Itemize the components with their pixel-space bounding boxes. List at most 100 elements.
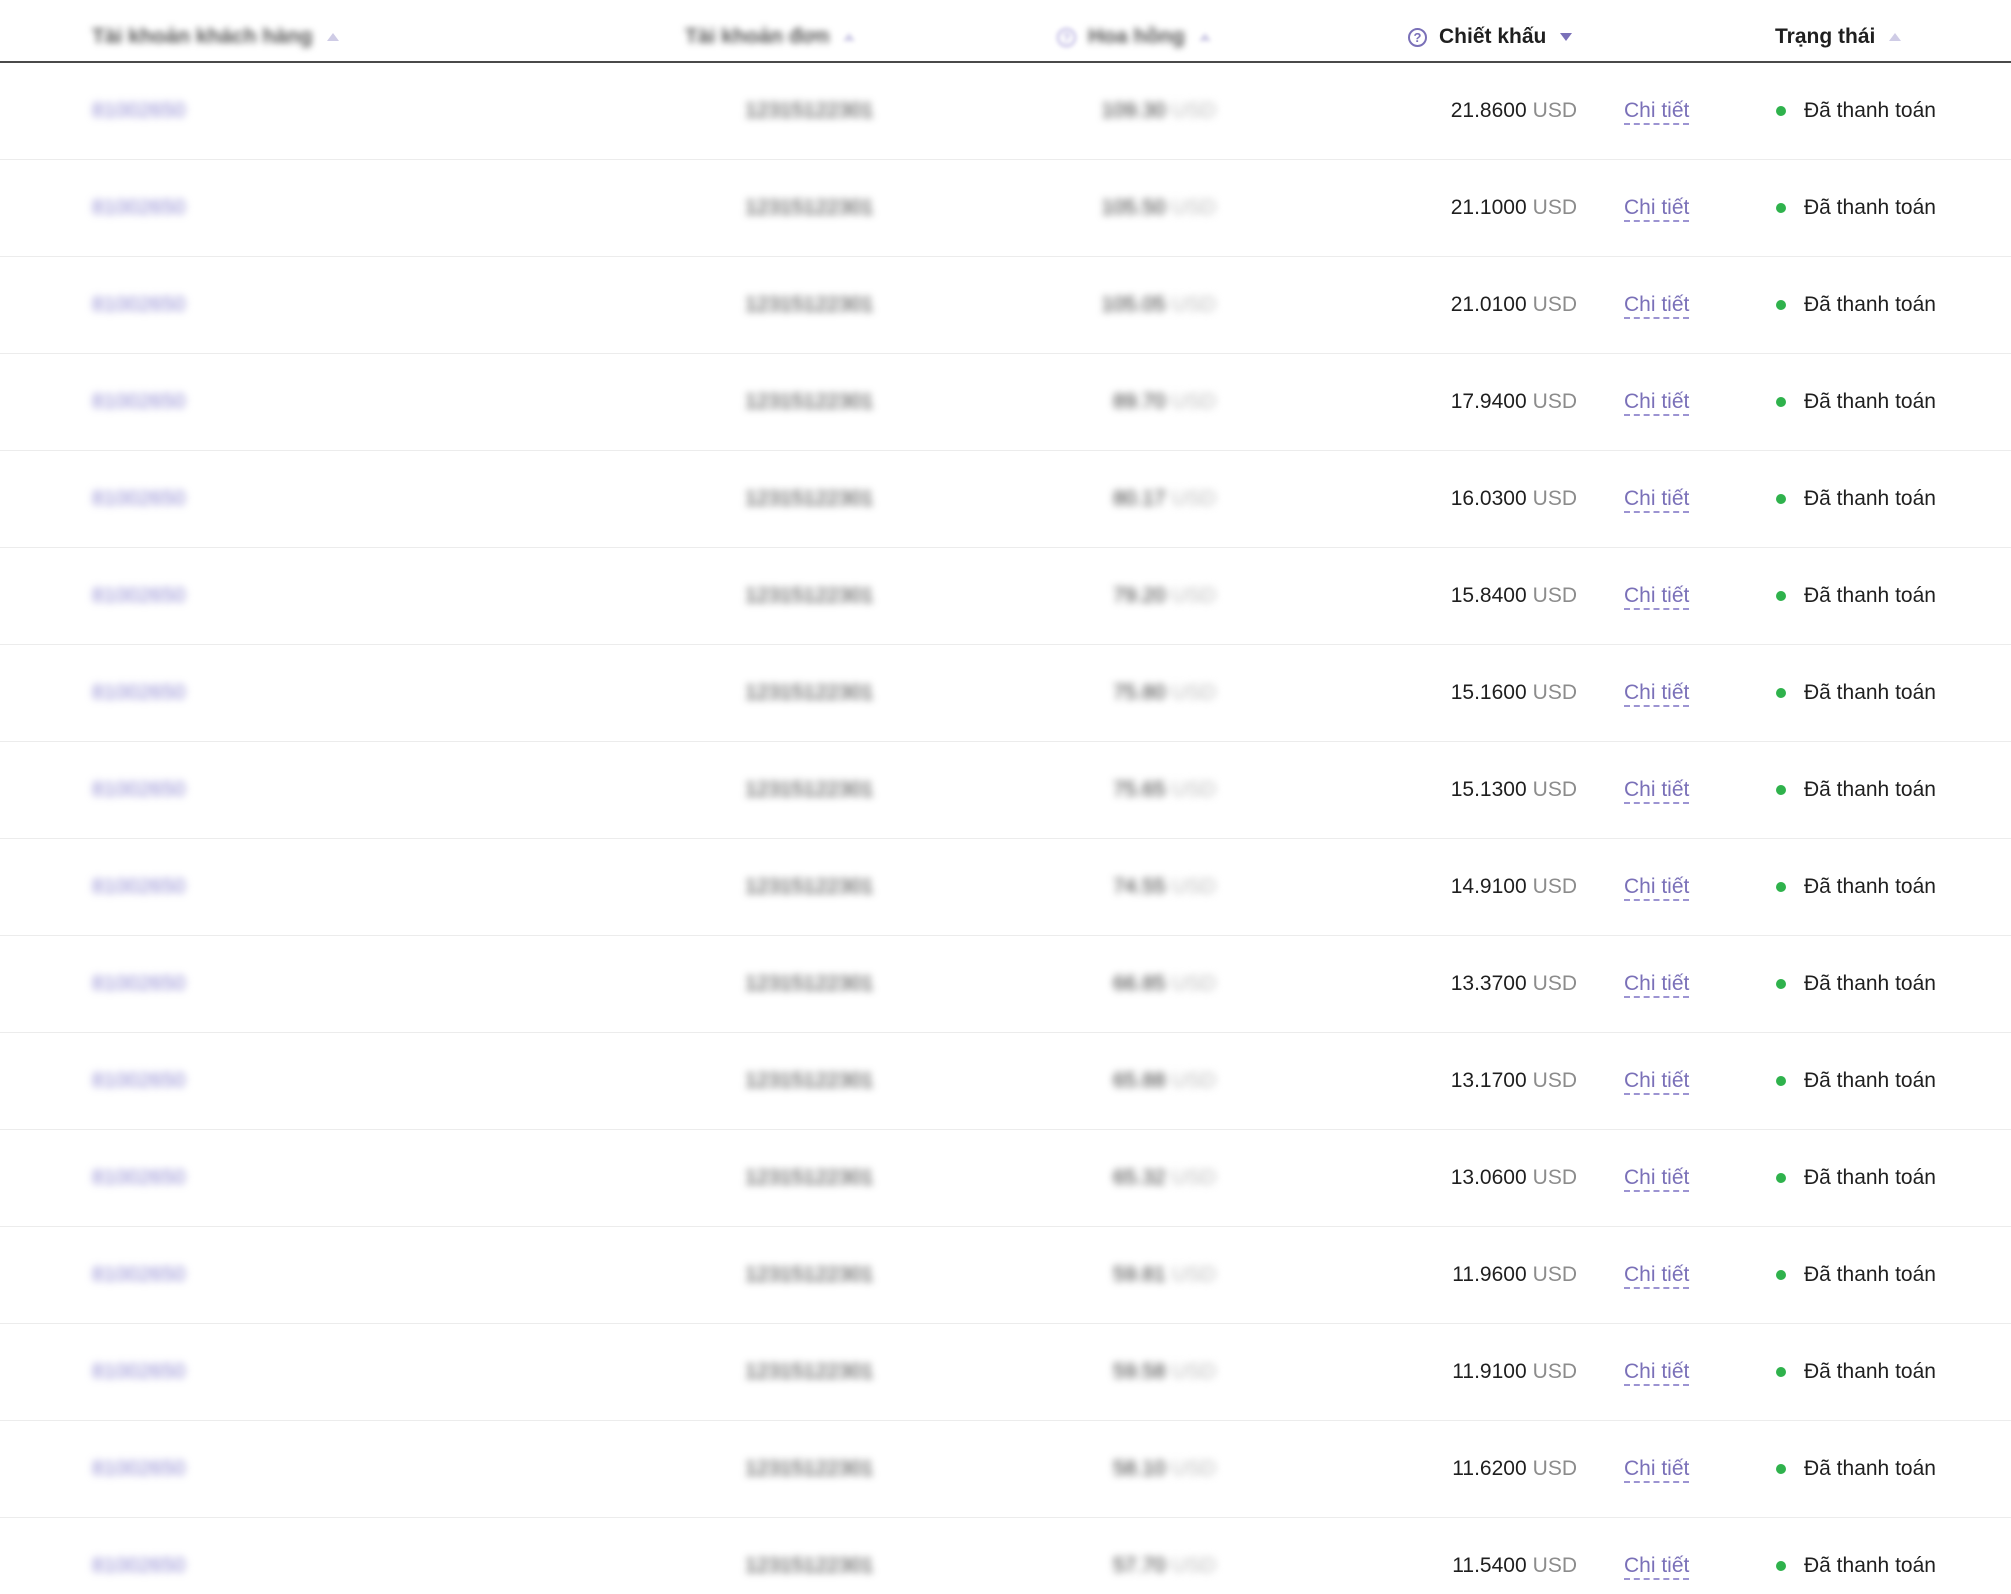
order-account-cell: 12315122301	[745, 1554, 874, 1577]
detail-link[interactable]: Chi tiết	[1624, 1227, 1690, 1323]
discount-value: 21.8600	[1450, 99, 1527, 122]
total-cell: 109.30 USD	[1101, 63, 1216, 159]
status-badge: Đã thanh toán	[1776, 257, 1936, 353]
status-label: Đã thanh toán	[1804, 1263, 1936, 1286]
table-row: 81002650 12315122301 105.05 USD 21.0100 US…	[0, 257, 2011, 354]
discount-cell: 21.0100 USD	[1451, 257, 1577, 353]
detail-link[interactable]: Chi tiết	[1624, 742, 1690, 838]
status-badge: Đã thanh toán	[1776, 1421, 1936, 1517]
customer-account-link[interactable]: 81002650	[92, 1227, 185, 1323]
column-header-customer-account[interactable]: Tài khoản khách hàng	[92, 23, 339, 51]
detail-link-label: Chi tiết	[1624, 390, 1690, 416]
currency-unit: USD	[1532, 681, 1577, 704]
detail-link[interactable]: Chi tiết	[1624, 1518, 1690, 1594]
customer-account-link[interactable]: 81002650	[92, 645, 185, 741]
customer-account-link[interactable]: 81002650	[92, 1324, 185, 1420]
customer-account-link[interactable]: 81002650	[92, 257, 185, 353]
customer-account-link[interactable]: 81002650	[92, 839, 185, 935]
detail-link[interactable]: Chi tiết	[1624, 1324, 1690, 1420]
total-value: 66.85	[1113, 972, 1166, 995]
status-label: Đã thanh toán	[1804, 1069, 1936, 1092]
discount-value: 21.1000	[1450, 196, 1527, 219]
column-header-order-account[interactable]: Tài khoản đơn	[685, 23, 856, 51]
detail-link[interactable]: Chi tiết	[1624, 257, 1690, 353]
column-header-label: Chiết khấu	[1439, 25, 1547, 48]
detail-link[interactable]: Chi tiết	[1624, 839, 1690, 935]
table-row: 81002650 12315122301 66.85 USD 13.3700 USD…	[0, 936, 2011, 1033]
discount-cell: 11.5400 USD	[1452, 1518, 1577, 1594]
customer-account-link[interactable]: 81002650	[92, 936, 185, 1032]
sort-ascending-icon	[326, 33, 339, 41]
status-badge: Đã thanh toán	[1776, 1227, 1936, 1323]
detail-link[interactable]: Chi tiết	[1624, 1421, 1690, 1517]
table-row: 81002650 12315122301 75.65 USD 15.1300 USD…	[0, 742, 2011, 839]
detail-link[interactable]: Chi tiết	[1624, 1130, 1690, 1226]
currency-unit: USD	[1171, 1069, 1216, 1092]
order-account-cell: 12315122301	[745, 1360, 874, 1383]
customer-account-link[interactable]: 81002650	[92, 63, 185, 159]
detail-link-label: Chi tiết	[1624, 1457, 1690, 1483]
column-header-total[interactable]: ? Hoa hồng	[1057, 23, 1211, 51]
total-value: 57.70	[1113, 1554, 1166, 1577]
currency-unit: USD	[1171, 293, 1216, 316]
currency-unit: USD	[1532, 584, 1577, 607]
discount-value: 21.0100	[1450, 293, 1527, 316]
status-dot-icon	[1776, 300, 1786, 310]
order-account-cell: 12315122301	[745, 1457, 874, 1480]
currency-unit: USD	[1171, 1554, 1216, 1577]
customer-account-link[interactable]: 81002650	[92, 742, 185, 838]
customer-account-link[interactable]: 81002650	[92, 451, 185, 547]
sort-ascending-icon	[1198, 33, 1211, 41]
discount-value: 15.1300	[1450, 778, 1527, 801]
discount-cell: 11.9600 USD	[1452, 1227, 1577, 1323]
detail-link[interactable]: Chi tiết	[1624, 1033, 1690, 1129]
table-row: 81002650 12315122301 79.20 USD 15.8400 USD…	[0, 548, 2011, 645]
discount-cell: 21.1000 USD	[1451, 160, 1577, 256]
discount-value: 13.0600	[1450, 1166, 1527, 1189]
detail-link[interactable]: Chi tiết	[1624, 354, 1690, 450]
customer-account-link[interactable]: 81002650	[92, 548, 185, 644]
detail-link[interactable]: Chi tiết	[1624, 936, 1690, 1032]
currency-unit: USD	[1532, 196, 1577, 219]
currency-unit: USD	[1532, 293, 1577, 316]
table-row: 81002650 12315122301 59.58 USD 11.9100 USD…	[0, 1324, 2011, 1421]
table-row: 81002650 12315122301 58.10 USD 11.6200 USD…	[0, 1421, 2011, 1518]
currency-unit: USD	[1532, 1166, 1577, 1189]
customer-account-link[interactable]: 81002650	[92, 354, 185, 450]
detail-link[interactable]: Chi tiết	[1624, 63, 1690, 159]
detail-link-label: Chi tiết	[1624, 99, 1690, 125]
question-icon[interactable]: ?	[1408, 27, 1427, 47]
order-account-cell: 12315122301	[745, 1166, 874, 1189]
currency-unit: USD	[1171, 196, 1216, 219]
order-account-cell: 12315122301	[745, 99, 874, 122]
detail-link[interactable]: Chi tiết	[1624, 645, 1690, 741]
detail-link[interactable]: Chi tiết	[1624, 548, 1690, 644]
column-header-status[interactable]: Trạng thái	[1775, 23, 1902, 51]
status-dot-icon	[1776, 1173, 1786, 1183]
table-header: Tài khoản khách hàng Tài khoản đơn ? Hoa…	[0, 0, 2011, 63]
order-account-cell: 12315122301	[745, 875, 874, 898]
table-row: 81002650 12315122301 89.70 USD 17.9400 USD…	[0, 354, 2011, 451]
customer-account-link[interactable]: 81002650	[92, 1033, 185, 1129]
column-header-discount[interactable]: ? Chiết khấu	[1408, 23, 1573, 51]
status-badge: Đã thanh toán	[1776, 936, 1936, 1032]
currency-unit: USD	[1532, 1069, 1577, 1092]
customer-account-link[interactable]: 81002650	[92, 1518, 185, 1594]
order-account-cell: 12315122301	[745, 584, 874, 607]
customer-account-link[interactable]: 81002650	[92, 1421, 185, 1517]
total-value: 65.88	[1113, 1069, 1166, 1092]
detail-link-label: Chi tiết	[1624, 584, 1690, 610]
question-icon[interactable]: ?	[1057, 27, 1076, 47]
detail-link-label: Chi tiết	[1624, 1069, 1690, 1095]
detail-link[interactable]: Chi tiết	[1624, 451, 1690, 547]
discount-cell: 21.8600 USD	[1451, 63, 1577, 159]
detail-link[interactable]: Chi tiết	[1624, 160, 1690, 256]
customer-account-link[interactable]: 81002650	[92, 1130, 185, 1226]
order-account-cell: 12315122301	[745, 1069, 874, 1092]
discount-value: 11.5400	[1452, 1554, 1527, 1577]
total-value: 105.50	[1101, 196, 1166, 219]
status-dot-icon	[1776, 591, 1786, 601]
customer-account-link[interactable]: 81002650	[92, 160, 185, 256]
status-badge: Đã thanh toán	[1776, 645, 1936, 741]
total-value: 109.30	[1101, 99, 1166, 122]
